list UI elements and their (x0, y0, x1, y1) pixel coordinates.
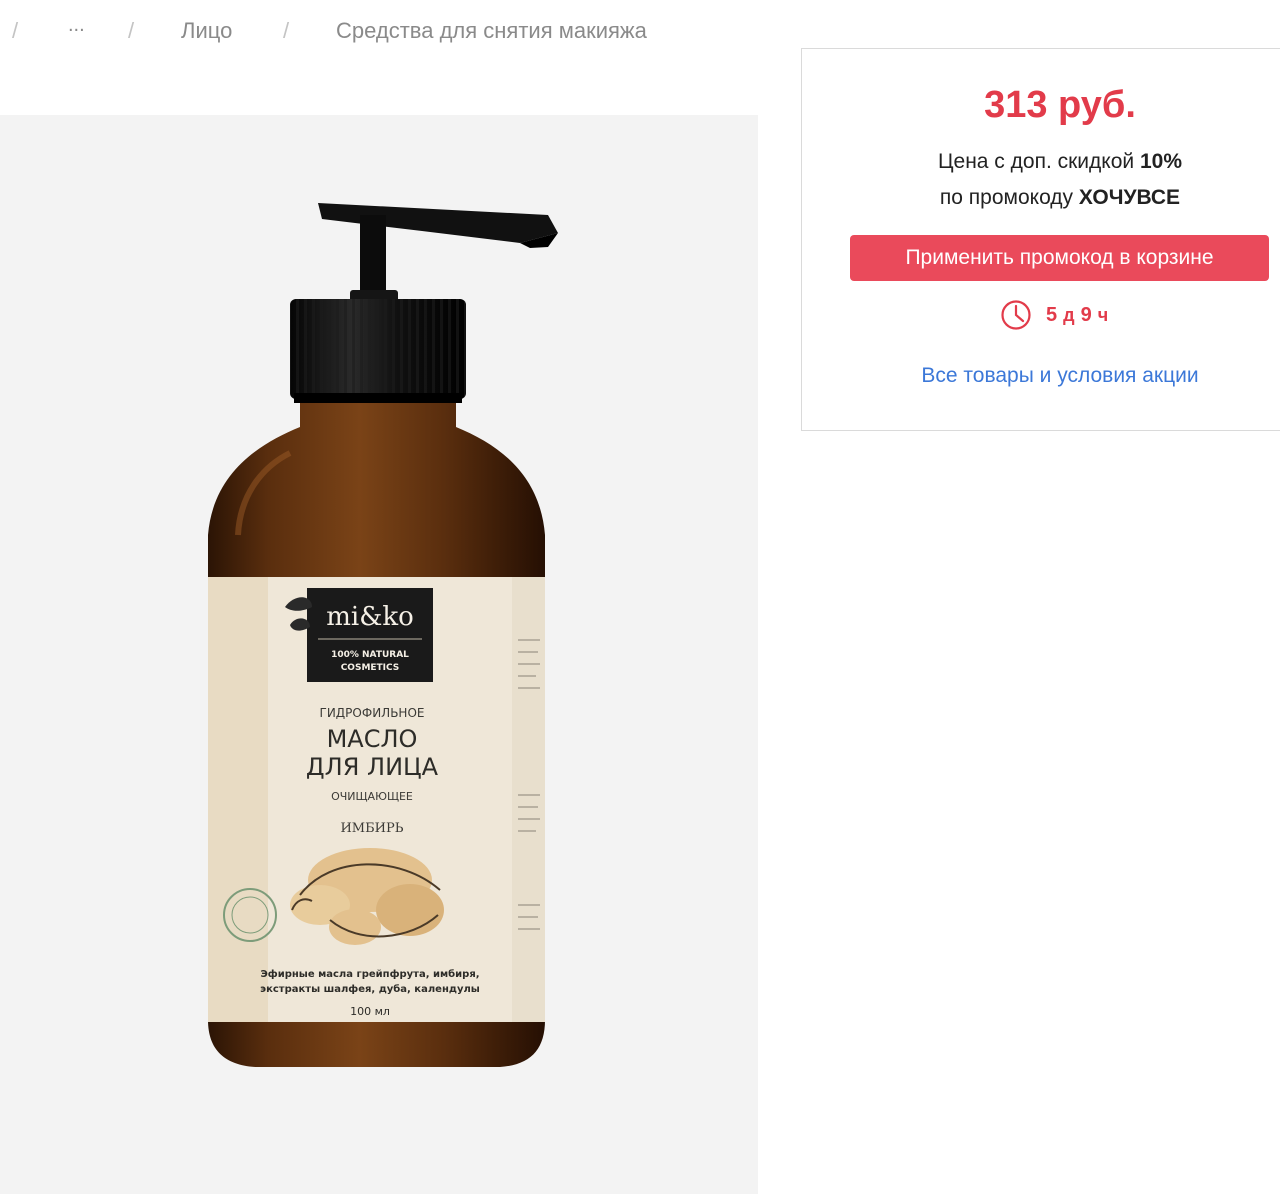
label-flavor: ИМБИРЬ (340, 821, 403, 836)
product-page: / ... / Лицо / Средства для снятия макия… (0, 0, 1280, 1194)
promo-terms-link[interactable]: Все товары и условия акции (801, 364, 1280, 388)
label-title-2: ДЛЯ ЛИЦА (306, 753, 439, 781)
promocode-prefix: по промокоду (939, 186, 1074, 209)
timer-days-unit: д (1063, 304, 1075, 325)
timer-hours-unit: ч (1097, 304, 1109, 325)
product-image[interactable]: mi&ko 100% NATURAL COSMETICS ГИДРОФИЛЬНО… (0, 115, 758, 1194)
breadcrumb-item-makeup-removers[interactable]: Средства для снятия макияжа (336, 18, 647, 44)
breadcrumb-ellipsis[interactable]: ... (68, 14, 85, 37)
breadcrumb-separator: / (283, 18, 290, 43)
promocode-text: по промокоду ХОЧУВСЕ (801, 186, 1280, 210)
breadcrumb-separator: / (12, 18, 19, 43)
promo-price: 313 руб. (984, 84, 1136, 126)
label-brand: mi&ko (326, 602, 414, 632)
breadcrumb-separator: / (128, 18, 135, 43)
timer-hours: 9 (1080, 303, 1092, 326)
bottle-cap (290, 299, 466, 403)
label-descriptor: ОЧИЩАЮЩЕЕ (331, 790, 413, 803)
label-brand-tag-2: COSMETICS (341, 663, 400, 673)
label-ingredients-2: экстракты шалфея, дуба, календулы (260, 983, 480, 995)
label-ingredients-1: Эфирные масла грейпфрута, имбиря, (260, 968, 479, 980)
promo-timer: 5 д 9 ч (1000, 298, 1108, 332)
timer-days: 5 (1046, 303, 1058, 326)
label-volume: 100 мл (350, 1005, 390, 1018)
discount-value: 10% (1139, 150, 1182, 173)
label-title-1: МАСЛО (327, 725, 418, 753)
apply-promocode-button[interactable]: Применить промокод в корзине (850, 235, 1269, 281)
pump-nozzle (318, 203, 558, 305)
bottle-label: mi&ko 100% NATURAL COSMETICS ГИДРОФИЛЬНО… (208, 577, 545, 1022)
promocode-value: ХОЧУВСЕ (1078, 186, 1181, 209)
discount-text: Цена с доп. скидкой 10% (801, 150, 1280, 174)
breadcrumb-item-face[interactable]: Лицо (181, 18, 232, 44)
clock-icon (1000, 299, 1032, 331)
label-subtitle: ГИДРОФИЛЬНОЕ (320, 706, 425, 720)
discount-text-prefix: Цена с доп. скидкой (937, 150, 1135, 173)
label-brand-tag-1: 100% NATURAL (331, 650, 409, 660)
